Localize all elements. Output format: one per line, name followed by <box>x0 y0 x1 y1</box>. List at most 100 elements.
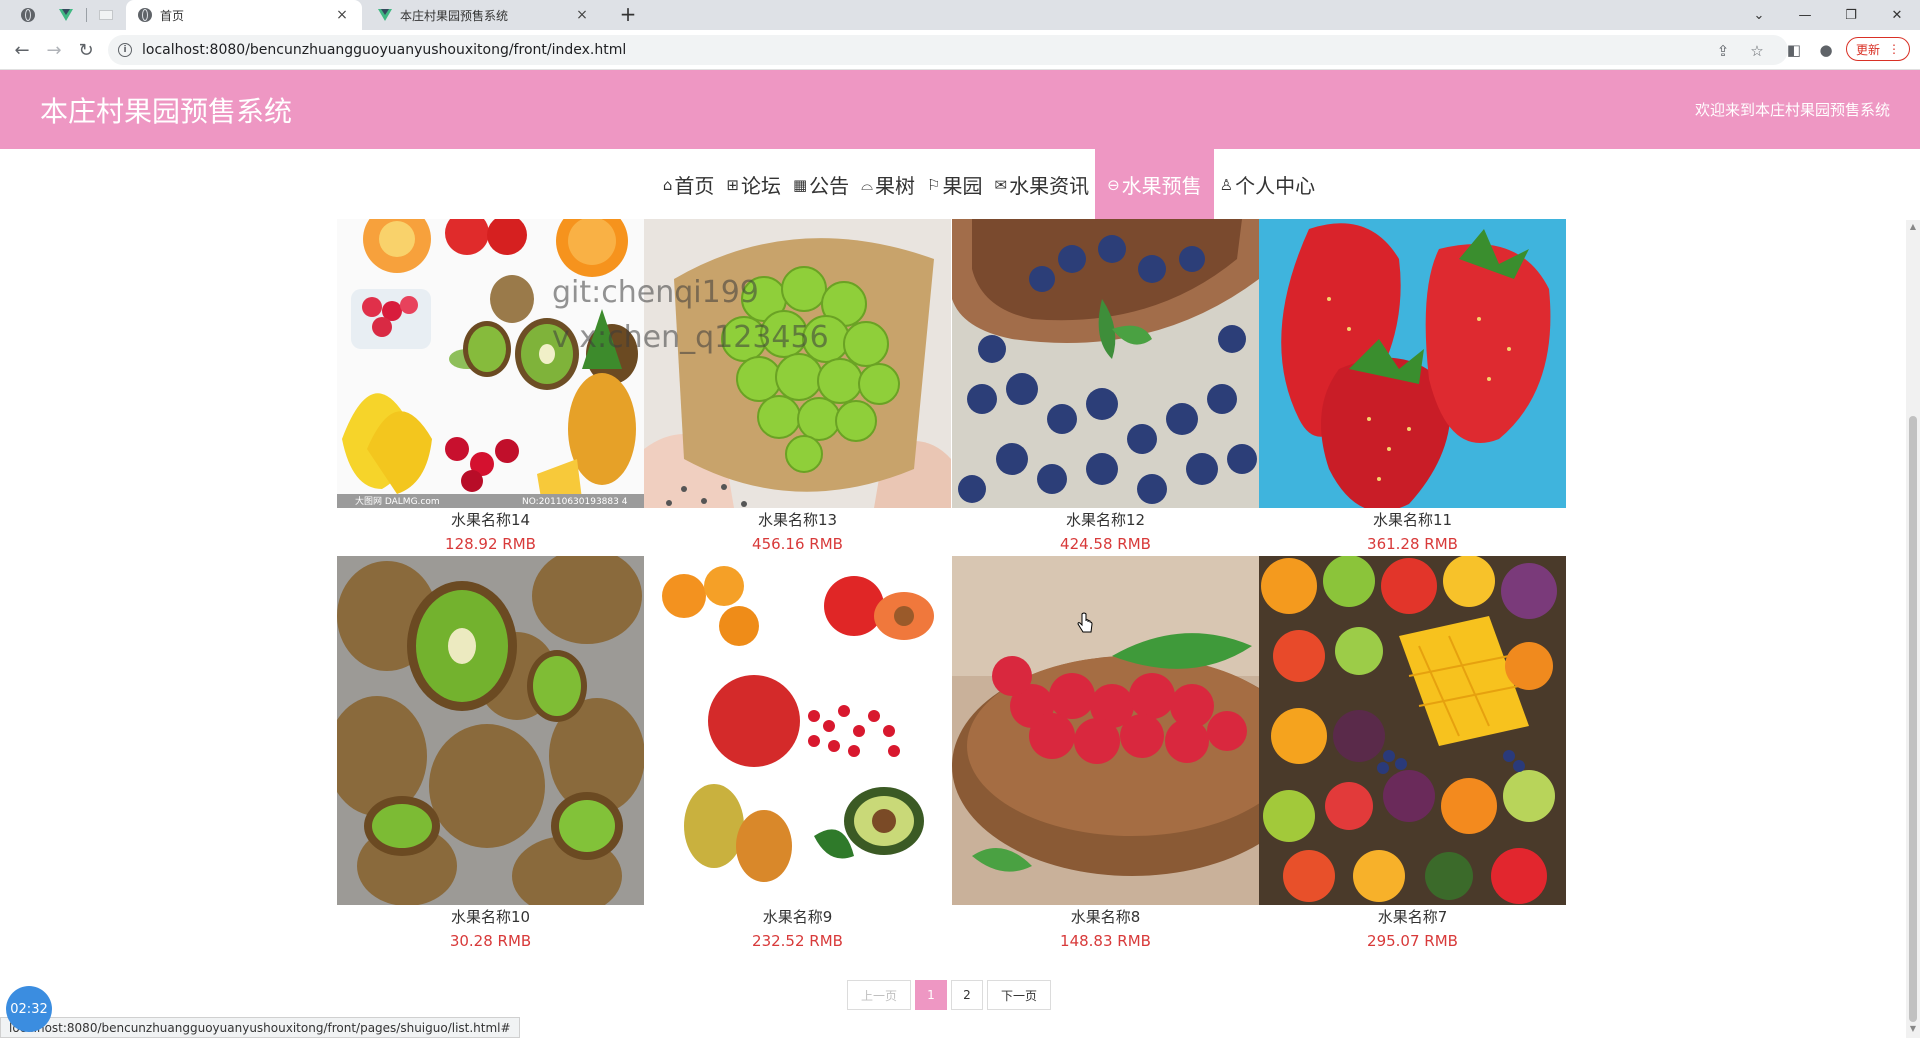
product-price: 30.28 RMB <box>449 932 532 950</box>
close-icon[interactable]: × <box>574 7 590 23</box>
product-price: 295.07 RMB <box>1367 932 1458 950</box>
browser-tab-bar: 首页 × 本庄村果园预售系统 × + ⌄ — ❐ ✕ <box>0 0 1920 30</box>
product-card[interactable]: 水果名称12 424.58 RMB <box>952 219 1259 556</box>
pinned-tab-vue[interactable] <box>52 4 80 26</box>
nav-item-presale[interactable]: ⊖ 水果预售 <box>1095 149 1214 220</box>
nav-label: 公告 <box>809 174 850 198</box>
nav-item-forum[interactable]: ⊞ 论坛 <box>720 149 787 220</box>
product-name[interactable]: 水果名称10 <box>337 905 644 929</box>
product-image-blueberries[interactable] <box>952 219 1259 508</box>
page-button-1[interactable]: 1 <box>915 980 947 1010</box>
product-image-raspberries[interactable] <box>952 556 1259 905</box>
scroll-up-icon[interactable]: ▲ <box>1908 222 1918 232</box>
tab-search-button[interactable]: ⌄ <box>1736 0 1782 30</box>
nav-item-profile[interactable]: ♙ 个人中心 <box>1214 149 1321 220</box>
info-icon[interactable]: i <box>118 43 132 57</box>
status-bar-url: localhost:8080/bencunzhuangguoyuanyushou… <box>0 1017 520 1038</box>
product-name[interactable]: 水果名称7 <box>1259 905 1566 929</box>
tree-icon: ⌓ <box>861 175 874 194</box>
close-window-button[interactable]: ✕ <box>1874 0 1920 30</box>
back-button[interactable]: ← <box>10 38 34 62</box>
nav-item-notice[interactable]: ▦ 公告 <box>787 149 855 220</box>
browser-tab-system[interactable]: 本庄村果园预售系统 × <box>366 0 602 30</box>
nav-item-trees[interactable]: ⌓ 果树 <box>855 149 921 220</box>
scroll-down-icon[interactable]: ▼ <box>1908 1024 1918 1034</box>
share-icon[interactable]: ⇪ <box>1712 40 1734 62</box>
nav-label: 果园 <box>942 174 983 198</box>
product-name[interactable]: 水果名称12 <box>952 508 1259 532</box>
product-card[interactable]: 水果名称13 456.16 RMB <box>644 219 951 556</box>
product-image-assorted-fruit[interactable] <box>644 556 951 905</box>
kebab-menu-icon: ⋮ <box>1888 42 1900 56</box>
product-card[interactable]: 水果名称11 361.28 RMB <box>1259 219 1566 556</box>
user-icon: ♙ <box>1219 175 1234 194</box>
next-page-button[interactable]: 下一页 <box>987 980 1051 1010</box>
pinned-tab-blank[interactable] <box>92 4 120 26</box>
product-name[interactable]: 水果名称13 <box>644 508 951 532</box>
browser-tab-home[interactable]: 首页 × <box>126 0 362 30</box>
product-name[interactable]: 水果名称14 <box>337 508 644 532</box>
globe-icon <box>21 8 35 22</box>
site-header: 本庄村果园预售系统 欢迎来到本庄村果园预售系统 <box>0 70 1920 149</box>
nav-item-orchard[interactable]: ⚐ 果园 <box>921 149 988 220</box>
product-image-strawberries[interactable] <box>1259 219 1566 508</box>
nav-label: 首页 <box>674 174 715 198</box>
product-card[interactable]: 水果名称9 232.52 RMB <box>644 556 951 953</box>
new-tab-button[interactable]: + <box>616 3 640 27</box>
product-image-fruit-platter[interactable] <box>1259 556 1566 905</box>
nav-label: 论坛 <box>740 174 781 198</box>
chevron-down-icon: ⌄ <box>1753 7 1765 23</box>
product-image-green-grapes[interactable] <box>644 219 951 508</box>
recording-timer[interactable]: 02:32 <box>6 986 52 1032</box>
home-icon: ⌂ <box>662 175 673 194</box>
scrollbar-thumb[interactable] <box>1909 416 1917 1022</box>
product-name[interactable]: 水果名称8 <box>952 905 1259 929</box>
update-button[interactable]: 更新 ⋮ <box>1846 37 1910 61</box>
product-price: 424.58 RMB <box>1060 535 1151 553</box>
url-text[interactable]: localhost:8080/bencunzhuangguoyuanyushou… <box>142 42 626 58</box>
page-button-2[interactable]: 2 <box>951 980 983 1010</box>
product-name[interactable]: 水果名称11 <box>1259 508 1566 532</box>
tab-title: 首页 <box>160 8 185 23</box>
globe-icon <box>138 8 152 22</box>
product-price: 456.16 RMB <box>752 535 843 553</box>
product-card[interactable]: 水果名称10 30.28 RMB <box>337 556 644 953</box>
product-card[interactable]: 水果名称7 295.07 RMB <box>1259 556 1566 953</box>
minimize-icon: — <box>1798 7 1812 23</box>
product-name[interactable]: 水果名称9 <box>644 905 951 929</box>
tab-separator <box>86 8 87 22</box>
page-scrollbar[interactable]: ▲ ▼ <box>1906 220 1920 1038</box>
tab-title: 本庄村果园预售系统 <box>400 8 509 23</box>
close-icon[interactable]: × <box>334 7 350 23</box>
product-card[interactable]: 水果名称8 148.83 RMB <box>952 556 1259 953</box>
mail-icon: ✉ <box>994 175 1008 194</box>
product-image-mixed-fruit[interactable]: 大图网 DALMG.com NO:20110630193883 4 <box>337 219 644 508</box>
vue-logo-icon <box>378 9 392 21</box>
product-card[interactable]: 大图网 DALMG.com NO:20110630193883 4 水果名称14… <box>337 219 644 556</box>
nav-item-news[interactable]: ✉ 水果资讯 <box>989 149 1096 220</box>
arrow-right-icon: → <box>46 39 62 61</box>
product-image-kiwi[interactable] <box>337 556 644 905</box>
notice-icon: ▦ <box>792 175 808 194</box>
pinned-tab-globe[interactable] <box>14 4 42 26</box>
nav-item-home[interactable]: ⌂ 首页 <box>657 149 721 220</box>
forward-button[interactable]: → <box>42 38 66 62</box>
welcome-text: 欢迎来到本庄村果园预售系统 <box>1694 101 1890 119</box>
restore-icon: ❐ <box>1845 7 1857 23</box>
reload-icon: ↻ <box>78 39 94 61</box>
restore-button[interactable]: ❐ <box>1828 0 1874 30</box>
reload-button[interactable]: ↻ <box>74 38 98 62</box>
prev-page-button[interactable]: 上一页 <box>847 980 911 1010</box>
arrow-left-icon: ← <box>14 39 30 61</box>
side-panel-icon[interactable]: ◧ <box>1782 38 1806 62</box>
main-nav: ⌂ 首页 ⊞ 论坛 ▦ 公告 ⌓ 果树 ⚐ 果园 ✉ 水果资讯 ⊖ 水果预售 ♙ 个人中心 <box>0 149 1920 220</box>
minimize-button[interactable]: — <box>1782 0 1828 30</box>
nav-label: 水果资讯 <box>1009 174 1090 198</box>
star-icon[interactable]: ☆ <box>1746 40 1768 62</box>
vue-logo-icon <box>59 9 73 21</box>
address-bar[interactable]: i localhost:8080/bencunzhuangguoyuanyush… <box>108 35 1788 65</box>
profile-icon[interactable]: ● <box>1814 38 1838 62</box>
browser-toolbar: ← → ↻ i localhost:8080/bencunzhuangguoyu… <box>0 30 1920 70</box>
product-price: 148.83 RMB <box>1060 932 1151 950</box>
product-price: 232.52 RMB <box>752 932 843 950</box>
